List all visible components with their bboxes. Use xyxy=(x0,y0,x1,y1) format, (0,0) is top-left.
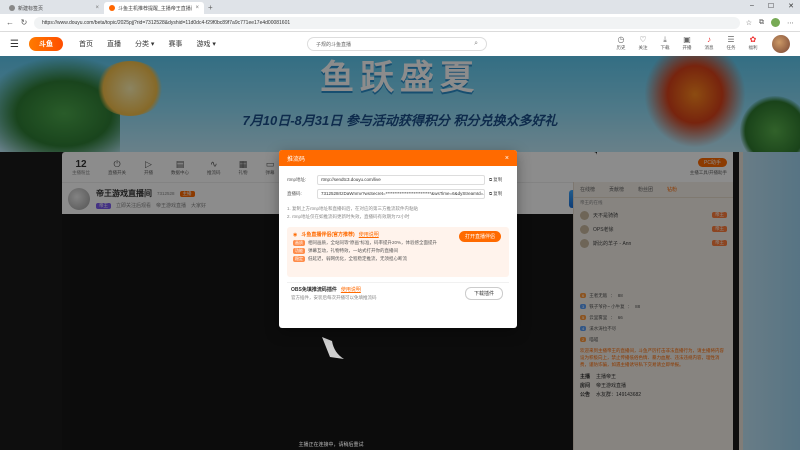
close-tab-icon[interactable]: × xyxy=(195,5,199,11)
download-button[interactable]: ⤓ 下载 xyxy=(658,34,672,53)
promo-help-link[interactable]: 使用说明 xyxy=(359,231,379,238)
promo-row: 功能 弹幕互动，礼物特效，一站式打开你的直播间 xyxy=(293,248,398,254)
tab-title: 新建标签页 xyxy=(18,5,44,12)
star-icon[interactable]: ☆ xyxy=(746,19,752,27)
new-tab-icon[interactable]: + xyxy=(208,2,213,14)
open-companion-button[interactable]: 打开直播伴侣 xyxy=(458,231,501,242)
stream-key-field: 直播码: 7312528rtzDaWnmv?wsSecret=*********… xyxy=(287,188,509,199)
minimize-icon[interactable]: – xyxy=(750,2,754,10)
field-label: 直播码: xyxy=(287,190,302,196)
start-live-button[interactable]: ▣ 开播 xyxy=(680,34,694,53)
search-icon[interactable]: ⌕ xyxy=(474,40,478,48)
obs-help-link[interactable]: 使用说明 xyxy=(341,286,361,293)
dialog-body: rtmp地址: rtmp://sendtc3.douyu.com/live ⧉ 复… xyxy=(279,166,517,304)
extensions-icon[interactable]: ⧉ xyxy=(759,19,764,27)
camera-icon: ▣ xyxy=(683,35,691,44)
rtmp-field: rtmp地址: rtmp://sendtc3.douyu.com/live ⧉ 复… xyxy=(287,174,509,185)
copy-icon: ⧉ xyxy=(489,191,493,196)
loading-icon xyxy=(322,337,344,359)
nav-live[interactable]: 直播 xyxy=(107,39,121,49)
url-input[interactable]: https://www.douyu.com/beta/topic/2025pjj… xyxy=(34,16,740,29)
more-icon[interactable]: ⋯ xyxy=(787,19,794,27)
profile-avatar[interactable] xyxy=(771,18,780,27)
window-controls: – ☐ ✕ xyxy=(750,2,794,10)
browser-tab-douyu[interactable]: 斗鱼主机推荐提醒_主播帝王直播间 × xyxy=(104,2,204,14)
download-plugin-button[interactable]: 下载插件 xyxy=(464,287,503,300)
follow-button[interactable]: ♡ 关注 xyxy=(636,34,650,53)
bell-icon: ♪ xyxy=(707,35,711,44)
stream-key-input[interactable]: 7312528rtzDaWnmv?wsSecret=**************… xyxy=(317,188,485,199)
back-icon[interactable]: ← xyxy=(6,18,14,27)
menu-icon[interactable]: ☰ xyxy=(10,39,19,50)
tab-title: 斗鱼主机推荐提醒_主播帝王直播间 xyxy=(118,5,193,12)
close-icon[interactable]: × xyxy=(505,155,509,162)
browser-tab-newtab[interactable]: 新建标签页 × xyxy=(4,2,104,14)
top-nav: 首页 直播 分类 ▾ 赛事 游戏 ▾ xyxy=(79,39,216,49)
browser-actions: ☆ ⧉ ⋯ xyxy=(746,18,794,27)
refresh-icon[interactable]: ↻ xyxy=(20,18,28,27)
browser-tab-bar: 新建标签页 × 斗鱼主机推荐提醒_主播帝王直播间 × + – ☐ ✕ xyxy=(0,0,800,14)
download-icon: ⤓ xyxy=(663,35,667,44)
close-window-icon[interactable]: ✕ xyxy=(788,2,794,10)
video-loading-text: 主播正在连接中，请稍后重试 xyxy=(298,442,364,448)
nav-events[interactable]: 赛事 xyxy=(168,39,182,49)
site-header: ☰ 斗鱼 首页 直播 分类 ▾ 赛事 游戏 ▾ 子规的斗鱼直播 ⌕ ◷ 历史 ♡ 关… xyxy=(0,32,800,56)
nav-home[interactable]: 首页 xyxy=(79,39,93,49)
gift-icon: ✿ xyxy=(749,35,757,44)
maximize-icon[interactable]: ☐ xyxy=(768,2,774,10)
heart-icon: ♡ xyxy=(639,35,647,44)
dialog-title: 推流码 xyxy=(287,156,306,163)
nav-games[interactable]: 游戏 ▾ xyxy=(196,39,215,49)
copy-stream-key-button[interactable]: ⧉ 复制 xyxy=(489,191,509,197)
nav-category[interactable]: 分类 ▾ xyxy=(135,39,154,49)
obs-plugin-section: OBS免填推流码插件 使用说明 官方插件，安装后每次开播可以免填推流码 下载插件 xyxy=(287,282,509,304)
field-label: rtmp地址: xyxy=(287,176,307,182)
history-icon: ◷ xyxy=(617,35,625,44)
companion-promo: ◉ 斗鱼直播伴侣(官方推荐) 使用说明 打开直播伴侣 画质 相同画质，全站同等“原… xyxy=(287,227,509,277)
user-avatar[interactable] xyxy=(772,35,790,53)
address-bar: ← ↻ https://www.douyu.com/beta/topic/202… xyxy=(0,14,800,32)
header-actions: ◷ 历史 ♡ 关注 ⤓ 下载 ▣ 开播 ♪ 消息 ☰ 任务 ✿ 福利 xyxy=(614,34,790,53)
promo-row: 稳定 低延迟，弱网优化，全程稳定推流，无须担心断流 xyxy=(293,256,407,262)
tab-favicon-icon xyxy=(9,5,15,11)
rtmp-address-input[interactable]: rtmp://sendtc3.douyu.com/live xyxy=(317,174,485,185)
message-button[interactable]: ♪ 消息 xyxy=(702,34,716,53)
tab-favicon-icon xyxy=(109,5,115,11)
close-tab-icon[interactable]: × xyxy=(95,5,99,11)
task-button[interactable]: ☰ 任务 xyxy=(724,34,738,53)
search-input[interactable]: 子规的斗鱼直播 ⌕ xyxy=(307,37,487,51)
history-button[interactable]: ◷ 历史 xyxy=(614,34,628,53)
douyu-logo[interactable]: 斗鱼 xyxy=(28,37,63,51)
welfare-button[interactable]: ✿ 福利 xyxy=(746,34,760,53)
stream-code-dialog: 推流码 × rtmp地址: rtmp://sendtc3.douyu.com/l… xyxy=(279,150,517,328)
dialog-header: 推流码 × xyxy=(279,150,517,166)
copy-icon: ⧉ xyxy=(489,177,493,182)
usage-tips: 1. 复制上方rtmp地址和直播码后，在对应的第三方推流软件内粘贴 2. rtm… xyxy=(287,206,419,219)
task-icon: ☰ xyxy=(727,35,735,44)
companion-logo-icon: ◉ xyxy=(293,231,298,238)
copy-rtmp-button[interactable]: ⧉ 复制 xyxy=(489,177,509,183)
